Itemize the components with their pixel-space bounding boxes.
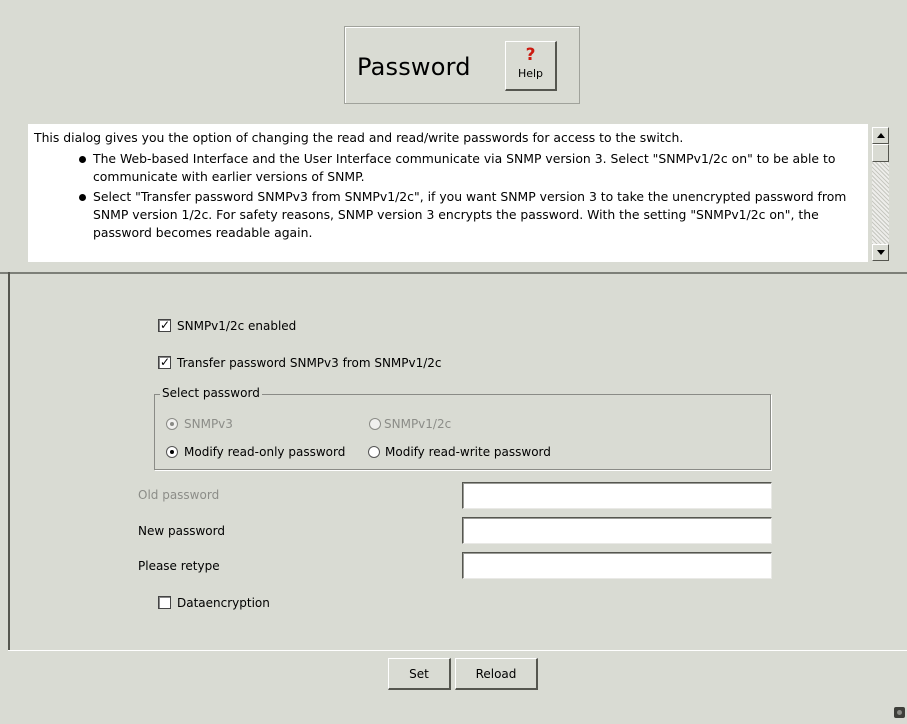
status-icon (894, 707, 905, 718)
help-button[interactable]: ? Help (505, 41, 557, 91)
check-icon: ✓ (160, 355, 171, 369)
dataencryption-label: Dataencryption (177, 596, 270, 610)
scroll-thumb[interactable] (872, 144, 889, 162)
old-password-field[interactable] (462, 482, 772, 509)
new-password-label: New password (138, 524, 225, 538)
old-password-label: Old password (138, 488, 220, 502)
divider (8, 272, 10, 650)
radio-modify-read-only-label: Modify read-only password (184, 445, 346, 459)
radio-button[interactable] (166, 446, 178, 458)
retype-password-field[interactable] (462, 552, 772, 579)
radio-modify-read-write-label: Modify read-write password (385, 445, 551, 459)
description-bullet: The Web-based Interface and the User Int… (79, 150, 862, 186)
divider (8, 650, 907, 651)
snmp-enabled-label: SNMPv1/2c enabled (177, 319, 297, 333)
radio-snmpv3-label: SNMPv3 (184, 417, 233, 431)
radio-button[interactable] (166, 418, 178, 430)
retype-password-label: Please retype (138, 559, 220, 573)
dataencryption-checkbox[interactable] (158, 596, 171, 609)
description-panel: This dialog gives you the option of chan… (28, 124, 868, 262)
page-title: Password (357, 53, 471, 81)
transfer-password-label: Transfer password SNMPv3 from SNMPv1/2c (177, 356, 442, 370)
description-scrollbar[interactable] (871, 124, 890, 262)
arrow-up-icon (877, 133, 885, 138)
transfer-password-checkbox[interactable]: ✓ (158, 355, 171, 369)
help-label: Help (517, 67, 544, 80)
description-intro: This dialog gives you the option of chan… (34, 130, 684, 145)
select-password-legend: Select password (160, 386, 262, 400)
description-bullet: Select "Transfer password SNMPv3 from SN… (79, 188, 862, 242)
new-password-field[interactable] (462, 517, 772, 544)
title-box: Password ? Help (344, 26, 580, 104)
snmp-enabled-checkbox[interactable]: ✓ (158, 318, 171, 332)
help-icon: ? (525, 45, 536, 65)
reload-button[interactable]: Reload (455, 658, 538, 690)
arrow-down-icon (877, 250, 885, 255)
radio-button[interactable] (368, 446, 380, 458)
scroll-up-button[interactable] (872, 127, 889, 144)
radio-snmpv12c-label: SNMPv1/2c (384, 417, 452, 431)
radio-button[interactable] (369, 418, 381, 430)
scroll-track[interactable] (872, 162, 889, 244)
check-icon: ✓ (160, 318, 171, 332)
divider (0, 272, 907, 274)
set-button[interactable]: Set (388, 658, 451, 690)
scroll-down-button[interactable] (872, 244, 889, 261)
